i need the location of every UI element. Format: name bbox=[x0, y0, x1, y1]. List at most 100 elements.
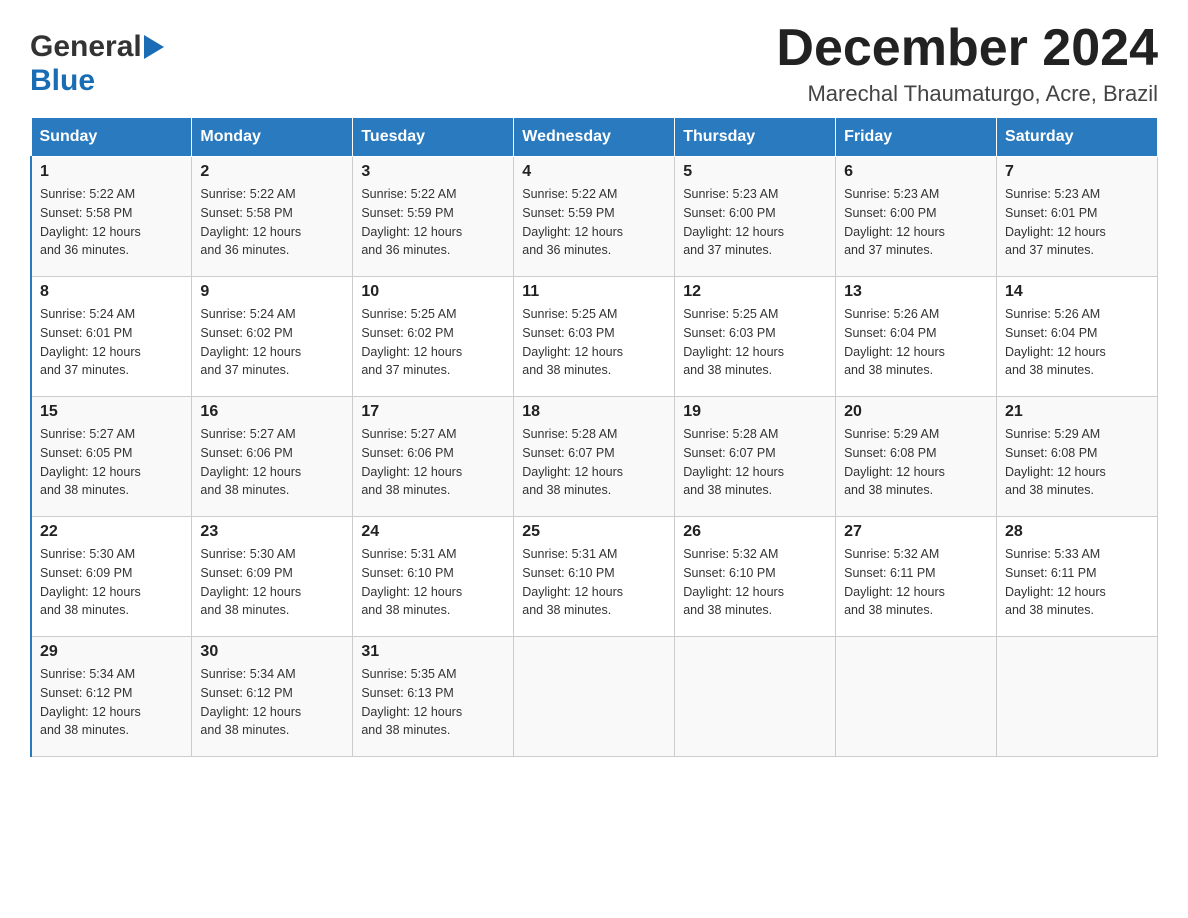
day-info: Sunrise: 5:32 AMSunset: 6:11 PMDaylight:… bbox=[844, 547, 945, 617]
day-number: 30 bbox=[200, 643, 344, 661]
day-number: 7 bbox=[1005, 163, 1149, 181]
calendar-cell: 29 Sunrise: 5:34 AMSunset: 6:12 PMDaylig… bbox=[31, 637, 192, 757]
calendar-cell bbox=[836, 637, 997, 757]
calendar-cell bbox=[514, 637, 675, 757]
calendar-cell bbox=[997, 637, 1158, 757]
day-info: Sunrise: 5:24 AMSunset: 6:02 PMDaylight:… bbox=[200, 307, 301, 377]
calendar-cell: 4 Sunrise: 5:22 AMSunset: 5:59 PMDayligh… bbox=[514, 157, 675, 277]
calendar-cell: 31 Sunrise: 5:35 AMSunset: 6:13 PMDaylig… bbox=[353, 637, 514, 757]
day-info: Sunrise: 5:31 AMSunset: 6:10 PMDaylight:… bbox=[361, 547, 462, 617]
day-info: Sunrise: 5:27 AMSunset: 6:05 PMDaylight:… bbox=[40, 427, 141, 497]
calendar-cell: 16 Sunrise: 5:27 AMSunset: 6:06 PMDaylig… bbox=[192, 397, 353, 517]
day-number: 10 bbox=[361, 283, 505, 301]
calendar-cell: 26 Sunrise: 5:32 AMSunset: 6:10 PMDaylig… bbox=[675, 517, 836, 637]
calendar-cell: 5 Sunrise: 5:23 AMSunset: 6:00 PMDayligh… bbox=[675, 157, 836, 277]
day-info: Sunrise: 5:23 AMSunset: 6:01 PMDaylight:… bbox=[1005, 187, 1106, 257]
calendar-cell: 18 Sunrise: 5:28 AMSunset: 6:07 PMDaylig… bbox=[514, 397, 675, 517]
calendar-cell: 6 Sunrise: 5:23 AMSunset: 6:00 PMDayligh… bbox=[836, 157, 997, 277]
calendar-cell: 28 Sunrise: 5:33 AMSunset: 6:11 PMDaylig… bbox=[997, 517, 1158, 637]
title-block: December 2024 Marechal Thaumaturgo, Acre… bbox=[776, 20, 1158, 107]
calendar-cell: 14 Sunrise: 5:26 AMSunset: 6:04 PMDaylig… bbox=[997, 277, 1158, 397]
weekday-header-wednesday: Wednesday bbox=[514, 118, 675, 157]
location-subtitle: Marechal Thaumaturgo, Acre, Brazil bbox=[776, 81, 1158, 107]
calendar-cell: 19 Sunrise: 5:28 AMSunset: 6:07 PMDaylig… bbox=[675, 397, 836, 517]
day-number: 18 bbox=[522, 403, 666, 421]
calendar-cell: 22 Sunrise: 5:30 AMSunset: 6:09 PMDaylig… bbox=[31, 517, 192, 637]
day-number: 31 bbox=[361, 643, 505, 661]
day-info: Sunrise: 5:34 AMSunset: 6:12 PMDaylight:… bbox=[200, 667, 301, 737]
day-info: Sunrise: 5:22 AMSunset: 5:58 PMDaylight:… bbox=[200, 187, 301, 257]
weekday-header-tuesday: Tuesday bbox=[353, 118, 514, 157]
day-info: Sunrise: 5:25 AMSunset: 6:03 PMDaylight:… bbox=[683, 307, 784, 377]
day-info: Sunrise: 5:30 AMSunset: 6:09 PMDaylight:… bbox=[200, 547, 301, 617]
day-number: 22 bbox=[40, 523, 183, 541]
day-number: 14 bbox=[1005, 283, 1149, 301]
calendar-cell: 15 Sunrise: 5:27 AMSunset: 6:05 PMDaylig… bbox=[31, 397, 192, 517]
calendar-cell: 2 Sunrise: 5:22 AMSunset: 5:58 PMDayligh… bbox=[192, 157, 353, 277]
day-number: 15 bbox=[40, 403, 183, 421]
day-number: 12 bbox=[683, 283, 827, 301]
day-number: 26 bbox=[683, 523, 827, 541]
day-number: 8 bbox=[40, 283, 183, 301]
calendar-cell: 12 Sunrise: 5:25 AMSunset: 6:03 PMDaylig… bbox=[675, 277, 836, 397]
calendar-week-3: 15 Sunrise: 5:27 AMSunset: 6:05 PMDaylig… bbox=[31, 397, 1158, 517]
logo: General Blue bbox=[30, 30, 164, 98]
day-number: 13 bbox=[844, 283, 988, 301]
day-info: Sunrise: 5:22 AMSunset: 5:59 PMDaylight:… bbox=[361, 187, 462, 257]
calendar-cell: 8 Sunrise: 5:24 AMSunset: 6:01 PMDayligh… bbox=[31, 277, 192, 397]
day-info: Sunrise: 5:29 AMSunset: 6:08 PMDaylight:… bbox=[844, 427, 945, 497]
page-header: General Blue December 2024 Marechal Thau… bbox=[30, 20, 1158, 107]
day-number: 23 bbox=[200, 523, 344, 541]
calendar-cell: 21 Sunrise: 5:29 AMSunset: 6:08 PMDaylig… bbox=[997, 397, 1158, 517]
day-number: 29 bbox=[40, 643, 183, 661]
calendar-cell: 13 Sunrise: 5:26 AMSunset: 6:04 PMDaylig… bbox=[836, 277, 997, 397]
calendar-week-5: 29 Sunrise: 5:34 AMSunset: 6:12 PMDaylig… bbox=[31, 637, 1158, 757]
day-info: Sunrise: 5:22 AMSunset: 5:58 PMDaylight:… bbox=[40, 187, 141, 257]
day-info: Sunrise: 5:23 AMSunset: 6:00 PMDaylight:… bbox=[844, 187, 945, 257]
calendar-cell: 17 Sunrise: 5:27 AMSunset: 6:06 PMDaylig… bbox=[353, 397, 514, 517]
calendar-cell: 11 Sunrise: 5:25 AMSunset: 6:03 PMDaylig… bbox=[514, 277, 675, 397]
day-info: Sunrise: 5:25 AMSunset: 6:03 PMDaylight:… bbox=[522, 307, 623, 377]
day-info: Sunrise: 5:35 AMSunset: 6:13 PMDaylight:… bbox=[361, 667, 462, 737]
calendar-cell bbox=[675, 637, 836, 757]
day-number: 9 bbox=[200, 283, 344, 301]
day-info: Sunrise: 5:25 AMSunset: 6:02 PMDaylight:… bbox=[361, 307, 462, 377]
day-number: 1 bbox=[40, 163, 183, 181]
calendar-cell: 3 Sunrise: 5:22 AMSunset: 5:59 PMDayligh… bbox=[353, 157, 514, 277]
calendar-cell: 27 Sunrise: 5:32 AMSunset: 6:11 PMDaylig… bbox=[836, 517, 997, 637]
day-number: 2 bbox=[200, 163, 344, 181]
day-number: 25 bbox=[522, 523, 666, 541]
calendar-cell: 10 Sunrise: 5:25 AMSunset: 6:02 PMDaylig… bbox=[353, 277, 514, 397]
weekday-header-sunday: Sunday bbox=[31, 118, 192, 157]
day-info: Sunrise: 5:29 AMSunset: 6:08 PMDaylight:… bbox=[1005, 427, 1106, 497]
logo-blue-text: Blue bbox=[30, 64, 95, 97]
day-info: Sunrise: 5:27 AMSunset: 6:06 PMDaylight:… bbox=[361, 427, 462, 497]
calendar-cell: 30 Sunrise: 5:34 AMSunset: 6:12 PMDaylig… bbox=[192, 637, 353, 757]
day-number: 19 bbox=[683, 403, 827, 421]
day-number: 27 bbox=[844, 523, 988, 541]
day-info: Sunrise: 5:26 AMSunset: 6:04 PMDaylight:… bbox=[844, 307, 945, 377]
weekday-header-friday: Friday bbox=[836, 118, 997, 157]
day-info: Sunrise: 5:26 AMSunset: 6:04 PMDaylight:… bbox=[1005, 307, 1106, 377]
day-number: 20 bbox=[844, 403, 988, 421]
calendar-cell: 24 Sunrise: 5:31 AMSunset: 6:10 PMDaylig… bbox=[353, 517, 514, 637]
calendar-cell: 9 Sunrise: 5:24 AMSunset: 6:02 PMDayligh… bbox=[192, 277, 353, 397]
day-number: 5 bbox=[683, 163, 827, 181]
calendar-week-1: 1 Sunrise: 5:22 AMSunset: 5:58 PMDayligh… bbox=[31, 157, 1158, 277]
day-info: Sunrise: 5:28 AMSunset: 6:07 PMDaylight:… bbox=[683, 427, 784, 497]
day-info: Sunrise: 5:31 AMSunset: 6:10 PMDaylight:… bbox=[522, 547, 623, 617]
day-number: 28 bbox=[1005, 523, 1149, 541]
weekday-header-monday: Monday bbox=[192, 118, 353, 157]
day-info: Sunrise: 5:33 AMSunset: 6:11 PMDaylight:… bbox=[1005, 547, 1106, 617]
month-title: December 2024 bbox=[776, 20, 1158, 77]
day-number: 4 bbox=[522, 163, 666, 181]
day-info: Sunrise: 5:23 AMSunset: 6:00 PMDaylight:… bbox=[683, 187, 784, 257]
day-number: 6 bbox=[844, 163, 988, 181]
weekday-header-row: SundayMondayTuesdayWednesdayThursdayFrid… bbox=[31, 118, 1158, 157]
day-number: 3 bbox=[361, 163, 505, 181]
calendar-cell: 25 Sunrise: 5:31 AMSunset: 6:10 PMDaylig… bbox=[514, 517, 675, 637]
weekday-header-thursday: Thursday bbox=[675, 118, 836, 157]
calendar-cell: 23 Sunrise: 5:30 AMSunset: 6:09 PMDaylig… bbox=[192, 517, 353, 637]
day-info: Sunrise: 5:34 AMSunset: 6:12 PMDaylight:… bbox=[40, 667, 141, 737]
day-number: 21 bbox=[1005, 403, 1149, 421]
